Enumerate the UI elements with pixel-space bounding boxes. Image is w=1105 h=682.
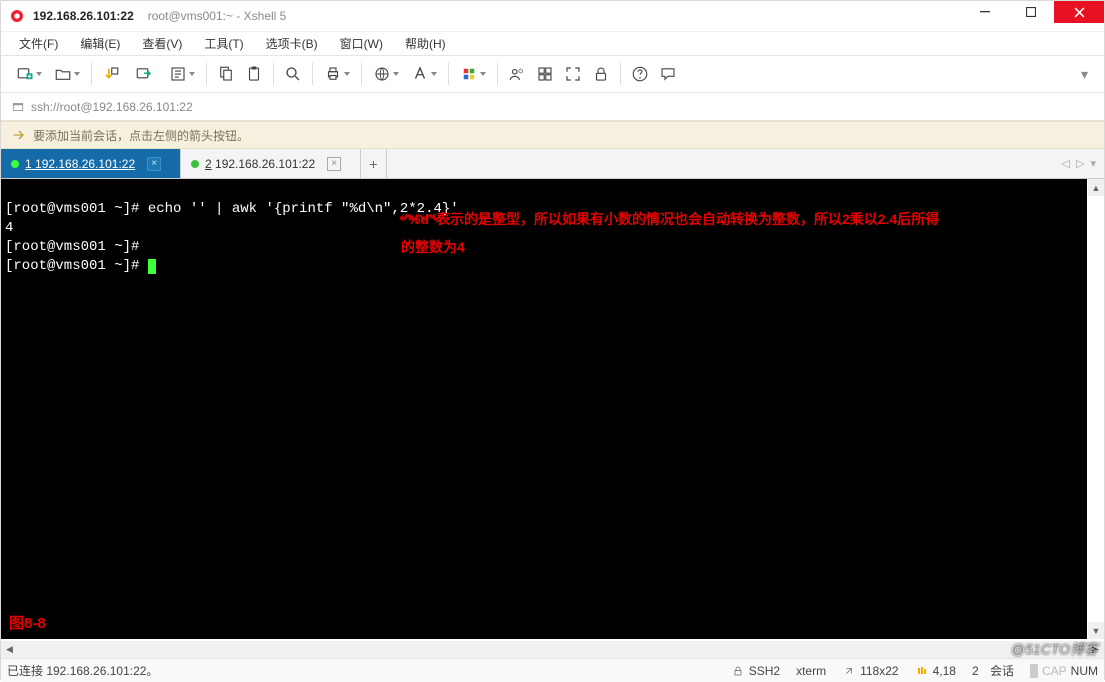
toolbar-sep	[620, 63, 621, 85]
paste-button[interactable]	[241, 61, 267, 87]
scroll-right-icon[interactable]: ▶	[1087, 641, 1104, 658]
tab-nav-left-icon[interactable]: ◁	[1062, 157, 1070, 170]
terminal-line: [root@vms001 ~]#	[5, 258, 156, 274]
horizontal-scrollbar[interactable]: ◀ ▶	[1, 641, 1104, 658]
annotation-note: “%d”表示的是整型，所以如果有小数的情况也会自动转换为整数，所以2乘以2.4后…	[401, 205, 951, 261]
tab-status-dot	[191, 160, 199, 168]
toolbar: ▾	[1, 55, 1104, 93]
statusbar: 已连接 192.168.26.101:22。 SSH2 xterm 118x22…	[1, 658, 1104, 682]
menu-tools[interactable]: 工具(T)	[198, 33, 249, 54]
tab-label: 2 192.168.26.101:22	[205, 157, 315, 171]
font-button[interactable]	[406, 61, 442, 87]
reconnect-button[interactable]	[98, 61, 124, 87]
maximize-button[interactable]	[1008, 1, 1054, 23]
hint-arrow-icon[interactable]	[11, 127, 27, 143]
tab-label: 1 192.168.26.101:22	[25, 157, 135, 171]
color-button[interactable]	[455, 61, 491, 87]
menu-help[interactable]: 帮助(H)	[399, 33, 452, 54]
minimize-button[interactable]	[962, 1, 1008, 23]
status-num: NUM	[1071, 664, 1098, 678]
status-size: 118x22	[842, 664, 898, 678]
menu-window[interactable]: 窗口(W)	[334, 33, 389, 54]
copy-button[interactable]	[213, 61, 239, 87]
toolbar-sep	[497, 63, 498, 85]
tab-1[interactable]: 1 192.168.26.101:22 ×	[1, 149, 181, 178]
addressbar	[1, 93, 1104, 121]
toolbar-sep	[206, 63, 207, 85]
toolbar-overflow-icon[interactable]: ▾	[1075, 66, 1094, 83]
grid-button[interactable]	[532, 61, 558, 87]
window-title-main: 192.168.26.101:22	[33, 9, 134, 23]
terminal-line: 4	[5, 220, 13, 236]
toolbar-sep	[448, 63, 449, 85]
tab-nav-right-icon[interactable]: ▷	[1076, 157, 1084, 170]
addressbar-protocol-icon	[11, 100, 25, 114]
vertical-scrollbar[interactable]: ▲ ▼	[1087, 179, 1104, 639]
status-connection: 已连接 192.168.26.101:22。	[7, 662, 158, 679]
status-sessions: 2 会话	[972, 662, 1014, 679]
toolbar-sep	[91, 63, 92, 85]
toolbar-sep	[312, 63, 313, 85]
figure-label: 图8-8	[9, 614, 46, 633]
tab-2[interactable]: 2 192.168.26.101:22 ×	[181, 149, 361, 178]
hint-text: 要添加当前会话，点击左侧的箭头按钮。	[33, 127, 249, 144]
open-session-button[interactable]	[49, 61, 85, 87]
users-button[interactable]	[504, 61, 530, 87]
tab-nav-menu-icon[interactable]: ▾	[1090, 157, 1096, 170]
status-pos: 4,18	[915, 664, 956, 678]
titlebar: 192.168.26.101:22 root@vms001:~ - Xshell…	[1, 1, 1104, 31]
scroll-up-icon[interactable]: ▲	[1088, 179, 1104, 196]
lock-button[interactable]	[588, 61, 614, 87]
terminal-line: [root@vms001 ~]# echo '' | awk '{printf …	[5, 201, 459, 217]
scroll-left-icon[interactable]: ◀	[1, 641, 18, 658]
app-icon	[9, 8, 25, 24]
tab-nav: ◁ ▷ ▾	[1054, 149, 1104, 178]
window-title-sub: root@vms001:~ - Xshell 5	[148, 9, 287, 23]
hintbar: 要添加当前会话，点击左侧的箭头按钮。	[1, 121, 1104, 149]
menu-view[interactable]: 查看(V)	[136, 33, 188, 54]
menu-edit[interactable]: 编辑(E)	[74, 33, 126, 54]
properties-button[interactable]	[164, 61, 200, 87]
new-session-button[interactable]	[11, 61, 47, 87]
terminal[interactable]: [root@vms001 ~]# echo '' | awk '{printf …	[1, 179, 1087, 639]
menu-file[interactable]: 文件(F)	[13, 33, 64, 54]
tab-close-button[interactable]: ×	[147, 157, 161, 171]
lock-icon	[731, 664, 745, 678]
tab-add-button[interactable]: +	[361, 149, 387, 178]
window-controls	[962, 1, 1104, 31]
tab-close-button[interactable]: ×	[327, 157, 341, 171]
terminal-line: [root@vms001 ~]#	[5, 239, 139, 255]
status-term: xterm	[796, 664, 826, 678]
help-button[interactable]	[627, 61, 653, 87]
address-input[interactable]	[31, 100, 1094, 114]
scroll-down-icon[interactable]: ▼	[1088, 622, 1104, 639]
toolbar-sep	[273, 63, 274, 85]
tab-status-dot	[11, 160, 19, 168]
pos-icon	[915, 664, 929, 678]
menubar: 文件(F) 编辑(E) 查看(V) 工具(T) 选项卡(B) 窗口(W) 帮助(…	[1, 31, 1104, 55]
print-button[interactable]	[319, 61, 355, 87]
scroll-track[interactable]	[1088, 196, 1104, 622]
chat-button[interactable]	[655, 61, 681, 87]
disconnect-button[interactable]	[126, 61, 162, 87]
tabstrip: 1 192.168.26.101:22 × 2 192.168.26.101:2…	[1, 149, 1104, 179]
cursor-icon	[148, 259, 156, 274]
close-button[interactable]	[1054, 1, 1104, 23]
globe-button[interactable]	[368, 61, 404, 87]
search-button[interactable]	[280, 61, 306, 87]
size-icon	[842, 664, 856, 678]
status-right-group: CAP NUM	[1030, 664, 1098, 678]
menu-tabs[interactable]: 选项卡(B)	[260, 33, 324, 54]
status-cap: CAP	[1042, 664, 1067, 678]
status-ssh: SSH2	[731, 664, 780, 678]
terminal-area: [root@vms001 ~]# echo '' | awk '{printf …	[1, 179, 1104, 641]
fullscreen-button[interactable]	[560, 61, 586, 87]
toolbar-sep	[361, 63, 362, 85]
